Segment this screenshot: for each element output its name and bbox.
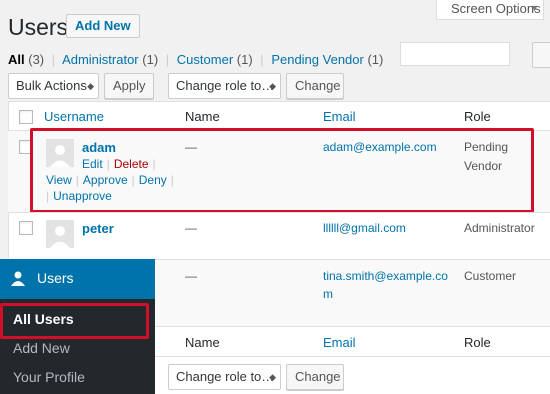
user-email-link[interactable]: llllll@gmail.com xyxy=(323,219,406,237)
bulk-actions-select[interactable]: Bulk Actions ◆ xyxy=(8,73,99,99)
highlight-box-row xyxy=(30,128,534,213)
filter-separator: | xyxy=(260,52,264,67)
column-name-footer: Name xyxy=(185,335,220,350)
filter-administrator-count: (1) xyxy=(142,52,159,67)
column-role-footer: Role xyxy=(464,335,491,350)
filter-all[interactable]: All xyxy=(8,52,25,67)
user-role-cell: Administrator xyxy=(464,221,535,235)
change-role-select-bottom[interactable]: Change role to… ◆ xyxy=(168,364,281,390)
select-arrows-icon: ◆ xyxy=(269,372,276,382)
page-title: Users xyxy=(8,14,69,40)
filter-customer-count: (1) xyxy=(236,52,253,67)
row-divider xyxy=(8,212,550,213)
user-role-cell: Customer xyxy=(464,269,517,283)
menu-item-your-profile[interactable]: Your Profile xyxy=(13,369,85,385)
column-username[interactable]: Username xyxy=(44,109,104,124)
filter-all-count: (3) xyxy=(28,52,45,67)
filter-pending-vendor-count: (1) xyxy=(367,52,384,67)
user-icon xyxy=(10,270,26,289)
select-arrows-icon: ◆ xyxy=(269,81,276,91)
highlight-box-menu xyxy=(0,303,149,339)
change-role-button[interactable]: Change xyxy=(286,73,344,99)
column-email-footer[interactable]: Email xyxy=(323,335,356,350)
search-button[interactable] xyxy=(532,42,550,68)
user-email-link[interactable]: tina.smith@example.co m xyxy=(323,267,448,303)
email-line: tina.smith@example.co xyxy=(323,269,448,283)
filter-separator: | xyxy=(165,52,170,67)
change-role-value: Change role to… xyxy=(176,78,275,93)
email-line: m xyxy=(323,287,333,301)
caret-down-icon: ▼ xyxy=(530,3,539,13)
filter-separator: | xyxy=(51,52,56,67)
column-role: Role xyxy=(464,109,491,124)
select-arrows-icon: ◆ xyxy=(87,81,94,91)
user-name-cell: — xyxy=(185,221,197,235)
column-name: Name xyxy=(185,109,220,124)
select-all-checkbox[interactable] xyxy=(19,110,33,124)
row-checkbox[interactable] xyxy=(19,221,33,235)
screen-options-button[interactable]: Screen Options ▼ xyxy=(436,0,544,20)
avatar xyxy=(46,220,74,248)
search-input[interactable] xyxy=(400,42,510,66)
change-role-select[interactable]: Change role to… ◆ xyxy=(168,73,281,99)
change-role-button-bottom[interactable]: Change xyxy=(286,364,344,390)
add-new-button[interactable]: Add New xyxy=(66,14,140,38)
filter-administrator[interactable]: Administrator xyxy=(62,52,139,67)
column-email[interactable]: Email xyxy=(323,109,356,124)
filter-pending-vendor[interactable]: Pending Vendor xyxy=(271,52,364,67)
bulk-actions-value: Bulk Actions xyxy=(16,78,87,93)
username-link[interactable]: peter xyxy=(82,221,114,236)
user-name-cell: — xyxy=(185,269,197,283)
apply-button[interactable]: Apply xyxy=(104,73,154,99)
filter-customer[interactable]: Customer xyxy=(177,52,233,67)
menu-item-add-new[interactable]: Add New xyxy=(13,340,70,356)
change-role-value: Change role to… xyxy=(176,369,275,384)
screen-options-label: Screen Options xyxy=(451,1,541,16)
users-menu-title: Users xyxy=(37,270,74,286)
users-menu-header[interactable]: Users xyxy=(0,259,155,299)
user-role-filters: All (3) | Administrator (1) | Customer (… xyxy=(8,52,383,67)
